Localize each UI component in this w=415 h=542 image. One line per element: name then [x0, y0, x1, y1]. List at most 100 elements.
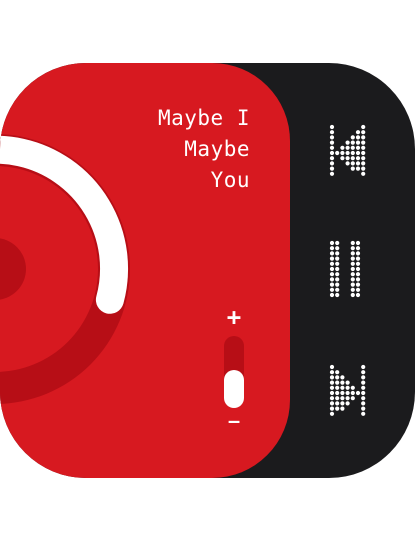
next-track-icon-dot: [350, 390, 355, 396]
previous-track-icon-dot: [355, 156, 361, 161]
next-track-icon-dot: [335, 390, 340, 396]
previous-track-icon-dot: [361, 171, 366, 176]
previous-track-icon-dot: [329, 150, 335, 156]
pause-icon-dot: [350, 261, 355, 266]
next-track-icon-dot: [340, 396, 345, 401]
previous-track-icon-dot: [361, 145, 366, 150]
next-track-icon-dot: [329, 380, 335, 385]
previous-track-icon-dot: [350, 135, 355, 140]
previous-track-icon-dot: [340, 150, 345, 156]
previous-track-icon-dot: [350, 140, 355, 145]
previous-track-icon-dot: [329, 171, 335, 176]
pause-icon-dot: [355, 282, 361, 287]
next-track-icon-dot: [361, 396, 366, 401]
pause-icon-dot: [355, 277, 361, 282]
next-track-icon-dot: [329, 375, 335, 380]
pause-icon-dot: [329, 246, 335, 251]
next-track-icon-dot: [329, 401, 335, 406]
next-track-icon-dot: [335, 370, 340, 375]
next-track-icon-dot: [345, 380, 350, 385]
volume-slider[interactable]: [224, 336, 244, 408]
previous-track-icon-dot: [329, 166, 335, 171]
next-track-icon-dot: [355, 390, 361, 396]
previous-track-icon-dot: [355, 145, 361, 150]
previous-track-icon-dot: [340, 145, 345, 150]
pause-icon: [329, 240, 361, 298]
pause-button[interactable]: [328, 240, 368, 301]
next-track-icon-dot: [345, 385, 350, 390]
previous-track-icon-dot: [345, 161, 350, 166]
previous-track-icon-dot: [329, 135, 335, 140]
previous-track-icon-dot: [361, 150, 366, 156]
previous-button[interactable]: [328, 121, 368, 181]
next-track-icon-dot: [329, 364, 335, 370]
previous-track-icon-dot: [361, 124, 366, 130]
pause-icon-dot: [355, 246, 361, 251]
song-title-line-2: Maybe: [184, 137, 250, 161]
previous-track-icon-dot: [329, 130, 335, 135]
pause-icon-dot: [355, 287, 361, 292]
previous-track-icon: [329, 124, 366, 176]
pause-icon-dot: [329, 282, 335, 287]
next-track-icon-dot: [335, 401, 340, 406]
previous-track-icon-dot: [350, 166, 355, 171]
next-track-icon-dot: [335, 385, 340, 390]
next-track-icon-dot: [340, 385, 345, 390]
previous-track-icon-dot: [361, 161, 366, 166]
previous-track-icon-dot: [361, 140, 366, 145]
next-track-icon-dot: [335, 406, 340, 411]
previous-track-icon-dot: [345, 145, 350, 150]
pause-icon-dot: [329, 292, 335, 298]
next-track-icon-dot: [361, 401, 366, 406]
previous-track-icon-dot: [329, 161, 335, 166]
pause-icon-dot: [350, 246, 355, 251]
previous-track-icon-dot: [361, 130, 366, 135]
pause-icon-dot: [335, 272, 340, 277]
previous-track-icon-dot: [329, 124, 335, 130]
pause-icon-dot: [355, 292, 361, 298]
previous-track-icon-dot: [329, 145, 335, 150]
next-track-icon-dot: [340, 401, 345, 406]
pause-icon-dot: [350, 272, 355, 277]
previous-track-icon-dot: [350, 145, 355, 150]
next-track-icon-dot: [329, 406, 335, 411]
pause-icon-dot: [350, 251, 355, 256]
next-track-icon-dot: [329, 385, 335, 390]
pause-icon-dot: [329, 256, 335, 261]
pause-icon-dot: [329, 261, 335, 266]
next-track-icon-dot: [340, 390, 345, 396]
pause-icon-dot: [335, 277, 340, 282]
next-track-icon-dot: [335, 375, 340, 380]
pause-icon-dot: [355, 272, 361, 277]
next-track-icon-dot: [350, 385, 355, 390]
pause-icon-dot: [350, 256, 355, 261]
pause-icon-dot: [329, 240, 335, 246]
previous-track-icon-dot: [355, 161, 361, 166]
previous-track-icon-dot: [345, 140, 350, 145]
previous-track-icon-dot: [355, 150, 361, 156]
next-track-icon-dot: [345, 401, 350, 406]
pause-icon-dot: [350, 277, 355, 282]
previous-track-icon-dot: [361, 166, 366, 171]
playback-controls: [290, 63, 415, 478]
pause-icon-dot: [350, 240, 355, 246]
next-button[interactable]: [328, 361, 368, 421]
pause-icon-dot: [335, 251, 340, 256]
volume-up-button[interactable]: +: [222, 303, 246, 331]
previous-track-icon-dot: [340, 156, 345, 161]
volume-slider-thumb[interactable]: [224, 370, 244, 408]
pause-icon-dot: [335, 287, 340, 292]
song-title-line-1: Maybe I: [157, 106, 250, 130]
previous-track-icon-dot: [361, 135, 366, 140]
next-track-icon-dot: [361, 385, 366, 390]
next-track-icon-dot: [329, 396, 335, 401]
pause-icon-dot: [329, 277, 335, 282]
previous-track-icon-dot: [345, 156, 350, 161]
pause-icon-dot: [355, 266, 361, 272]
pause-icon-dot: [355, 240, 361, 246]
previous-track-icon-dot: [329, 140, 335, 145]
next-track-icon-dot: [340, 375, 345, 380]
next-track-icon-dot: [335, 396, 340, 401]
volume-down-button[interactable]: –: [222, 413, 246, 431]
next-track-icon-dot: [350, 396, 355, 401]
